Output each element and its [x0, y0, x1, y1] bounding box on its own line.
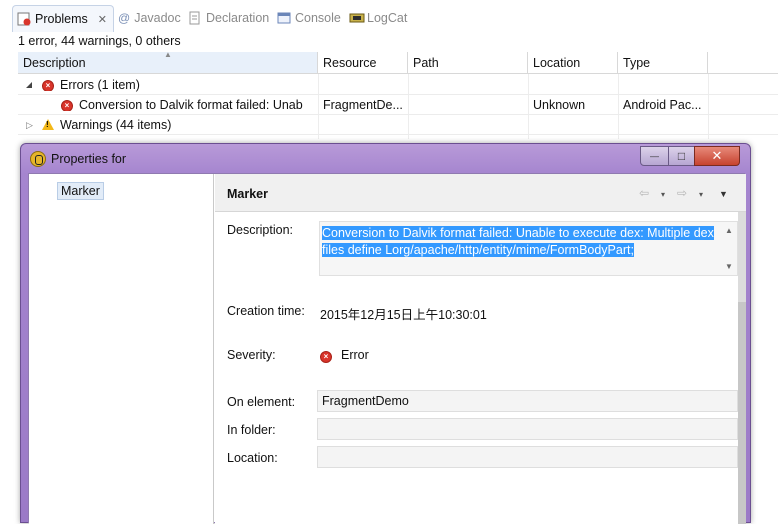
tab-label: LogCat — [367, 11, 408, 25]
column-header-description[interactable]: Description ▲ — [18, 50, 318, 74]
page-header: Marker ⇦ ▾ ⇨ ▾ ▼ — [215, 174, 746, 212]
description-field[interactable]: Conversion to Dalvik format failed: Unab… — [319, 221, 738, 276]
in-folder-label: In folder: — [227, 423, 276, 437]
column-header-resource[interactable]: Resource — [318, 52, 408, 74]
on-element-label: On element: — [227, 395, 296, 409]
collapse-icon[interactable]: ▷ — [26, 115, 33, 135]
property-page: Marker ⇦ ▾ ⇨ ▾ ▼ Description: Conversion… — [215, 174, 746, 524]
properties-dialog: Properties for — □ ✕ Marker Marker ⇦ ▾ ⇨… — [20, 143, 751, 524]
description-scrollbar[interactable]: ▲ ▼ — [721, 222, 737, 275]
severity-value: Error — [341, 348, 369, 362]
error-icon: × — [320, 348, 332, 363]
maximize-icon: □ — [677, 149, 686, 163]
location-label: Location: — [227, 451, 278, 465]
table-row[interactable]: × Conversion to Dalvik format failed: Un… — [18, 95, 778, 115]
column-label: Description — [23, 56, 86, 70]
properties-icon — [30, 151, 46, 167]
maximize-button[interactable]: □ — [668, 146, 695, 166]
close-icon: ✕ — [711, 148, 723, 163]
location-field[interactable] — [317, 446, 738, 468]
error-icon: × — [42, 79, 54, 91]
cell-location: Unknown — [533, 98, 586, 112]
errors-group-label: Errors (1 item) — [60, 78, 140, 92]
scrollbar-thumb[interactable] — [738, 302, 746, 524]
close-button[interactable]: ✕ — [694, 146, 740, 166]
tab-label: Console — [295, 11, 341, 25]
description-label: Description: — [227, 223, 293, 237]
tab-label: Problems — [35, 12, 88, 26]
tab-javadoc[interactable]: @ Javadoc — [118, 6, 181, 30]
creation-time-label: Creation time: — [227, 304, 305, 318]
minimize-button[interactable]: — — [640, 146, 669, 166]
problems-icon — [17, 12, 31, 26]
creation-time-value: 2015年12月15日上午10:30:01 — [320, 308, 487, 322]
at-icon: @ — [118, 11, 131, 25]
warnings-group-label: Warnings (44 items) — [60, 118, 172, 132]
tree-row-warnings[interactable]: ▷ Warnings (44 items) — [18, 115, 778, 135]
declaration-icon — [188, 11, 202, 25]
view-tab-bar: Problems ✕ @ Javadoc Declaration Console… — [0, 0, 778, 34]
back-dropdown-icon[interactable]: ▾ — [661, 190, 665, 199]
column-header-location[interactable]: Location — [528, 52, 618, 74]
warning-icon — [42, 119, 54, 131]
column-header-type[interactable]: Type — [618, 52, 708, 74]
forward-dropdown-icon[interactable]: ▾ — [699, 190, 703, 199]
forward-arrow-icon[interactable]: ⇨ — [677, 186, 687, 200]
close-icon[interactable]: ✕ — [98, 13, 107, 26]
page-scrollbar[interactable] — [738, 212, 746, 524]
scroll-up-icon[interactable]: ▲ — [725, 226, 733, 235]
tab-problems[interactable]: Problems ✕ — [12, 5, 115, 32]
sort-up-icon: ▲ — [164, 50, 172, 59]
scroll-down-icon[interactable]: ▼ — [725, 262, 733, 271]
column-header-spacer — [708, 52, 778, 74]
error-icon: × — [61, 99, 73, 111]
expand-icon[interactable]: ◢ — [26, 75, 32, 95]
dialog-body: Marker Marker ⇦ ▾ ⇨ ▾ ▼ Description: Con… — [28, 173, 746, 524]
back-arrow-icon[interactable]: ⇦ — [639, 186, 649, 200]
logcat-icon — [349, 11, 365, 25]
tab-declaration[interactable]: Declaration — [188, 6, 269, 30]
problems-summary: 1 error, 44 warnings, 0 others — [18, 34, 181, 48]
cell-type: Android Pac... — [623, 98, 702, 112]
minimize-icon: — — [650, 151, 659, 161]
cell-description: Conversion to Dalvik format failed: Unab — [79, 98, 303, 112]
dialog-title: Properties for — [51, 152, 127, 166]
console-icon — [277, 11, 291, 25]
column-header-path[interactable]: Path — [408, 52, 528, 74]
description-text: Conversion to Dalvik format failed: Unab… — [322, 226, 714, 257]
in-folder-field[interactable] — [317, 418, 738, 440]
view-menu-icon[interactable]: ▼ — [719, 189, 728, 199]
tab-label: Declaration — [206, 11, 270, 25]
page-title: Marker — [227, 187, 268, 201]
cell-resource: FragmentDe... — [323, 98, 403, 112]
severity-label: Severity: — [227, 348, 276, 362]
tab-label: Javadoc — [134, 11, 181, 25]
tree-row-errors[interactable]: ◢ × Errors (1 item) — [18, 75, 778, 95]
tab-logcat[interactable]: LogCat — [349, 6, 407, 30]
property-pages-tree: Marker — [29, 174, 214, 524]
cell-path — [413, 95, 523, 115]
on-element-field[interactable]: FragmentDemo — [317, 390, 738, 412]
tree-item-marker[interactable]: Marker — [57, 182, 104, 200]
tab-console[interactable]: Console — [277, 6, 341, 30]
